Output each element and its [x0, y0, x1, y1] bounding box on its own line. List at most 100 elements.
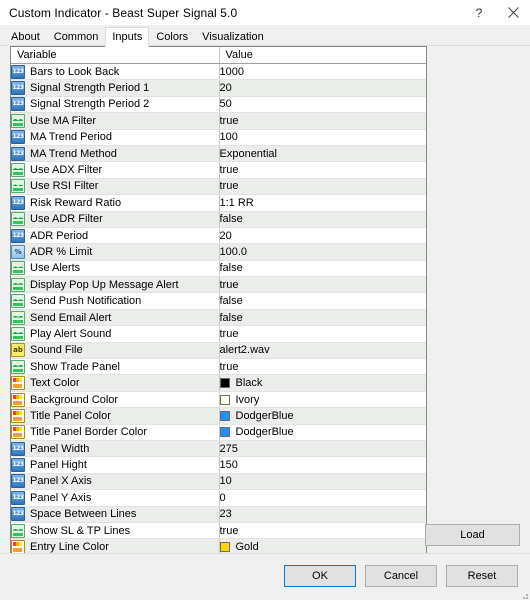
table-row[interactable]: 123 Panel Y Axis 0 [11, 489, 426, 507]
value-cell[interactable]: false [218, 260, 426, 278]
table-row[interactable]: Show Trade Panel true [11, 358, 426, 376]
tab-visualization[interactable]: Visualization [195, 28, 271, 46]
value-cell[interactable]: false [218, 292, 426, 310]
load-button[interactable]: Load [425, 524, 520, 546]
table-row[interactable]: Play Alert Sound true [11, 325, 426, 343]
reset-button[interactable]: Reset [446, 565, 518, 587]
variable-cell: 123 Signal Strength Period 1 [11, 79, 219, 97]
value-cell[interactable]: false [218, 309, 426, 327]
integer-type-icon: 123 [11, 228, 25, 243]
variable-label: Title Panel Border Color [30, 426, 147, 439]
value-cell[interactable]: Exponential [218, 145, 426, 163]
title-bar: Custom Indicator - Beast Super Signal 5.… [0, 0, 530, 25]
value-text: 23 [219, 508, 232, 521]
value-text: 0 [219, 491, 226, 504]
table-row[interactable]: Title Panel Color DodgerBlue [11, 407, 426, 425]
variable-cell: Show Trade Panel [11, 358, 219, 376]
color-swatch [220, 410, 230, 421]
color-swatch [220, 542, 230, 553]
cancel-button[interactable]: Cancel [365, 565, 437, 587]
value-cell[interactable]: true [218, 358, 426, 376]
table-row[interactable]: 123 Space Between Lines 23 [11, 506, 426, 523]
table-row[interactable]: Text Color Black [11, 374, 426, 392]
table-row[interactable]: 123 Risk Reward Ratio 1:1 RR [11, 194, 426, 212]
value-cell[interactable]: true [218, 112, 426, 130]
value-cell[interactable]: true [218, 276, 426, 294]
value-cell[interactable]: true [218, 522, 426, 540]
value-cell[interactable]: DodgerBlue [218, 407, 426, 425]
variable-label: Panel Hight [30, 459, 87, 472]
value-cell[interactable]: true [218, 325, 426, 343]
variable-label: Background Color [30, 393, 119, 406]
variable-cell: 123 Signal Strength Period 2 [11, 96, 219, 114]
value-cell[interactable]: 1:1 RR [218, 194, 426, 212]
integer-type-icon: 123 [11, 458, 25, 473]
color-type-icon [11, 540, 25, 555]
table-row[interactable]: ab Sound File alert2.wav [11, 342, 426, 360]
value-cell[interactable]: 100.0 [218, 243, 426, 261]
value-cell[interactable]: alert2.wav [218, 342, 426, 360]
value-cell[interactable]: 150 [218, 456, 426, 474]
close-icon[interactable] [496, 0, 530, 25]
table-row[interactable]: Display Pop Up Message Alert true [11, 276, 426, 294]
tab-common[interactable]: Common [47, 28, 106, 46]
tab-colors[interactable]: Colors [149, 28, 195, 46]
color-type-icon [11, 425, 25, 440]
value-cell[interactable]: 50 [218, 96, 426, 114]
table-row[interactable]: Use Alerts false [11, 260, 426, 278]
boolean-type-icon [11, 113, 25, 128]
variable-cell: Title Panel Color [11, 407, 219, 425]
value-cell[interactable]: 1000 [218, 63, 426, 81]
table-row[interactable]: % ADR % Limit 100.0 [11, 243, 426, 261]
value-cell[interactable]: true [218, 178, 426, 196]
variable-cell: ab Sound File [11, 342, 219, 360]
table-row[interactable]: 123 Panel X Axis 10 [11, 473, 426, 491]
value-text: false [219, 295, 243, 308]
value-cell[interactable]: 23 [218, 506, 426, 523]
value-cell[interactable]: false [218, 211, 426, 228]
value-cell[interactable]: 20 [218, 79, 426, 97]
table-row[interactable]: 123 Signal Strength Period 2 50 [11, 96, 426, 114]
value-cell[interactable]: true [218, 161, 426, 179]
table-row[interactable]: Send Push Notification false [11, 292, 426, 310]
table-row[interactable]: 123 Panel Width 275 [11, 440, 426, 458]
value-cell[interactable]: 0 [218, 489, 426, 507]
table-row[interactable]: Use MA Filter true [11, 112, 426, 130]
variable-cell: Send Email Alert [11, 309, 219, 327]
column-header-value[interactable]: Value [218, 47, 426, 64]
variable-cell: Use ADX Filter [11, 161, 219, 179]
table-row[interactable]: Send Email Alert false [11, 309, 426, 327]
table-row[interactable]: Show SL & TP Lines true [11, 522, 426, 540]
table-row[interactable]: 123 ADR Period 20 [11, 227, 426, 245]
help-icon[interactable]: ? [462, 0, 496, 25]
color-swatch [220, 427, 230, 438]
dialog-footer: OK Cancel Reset [0, 553, 530, 600]
table-row[interactable]: 123 Signal Strength Period 1 20 [11, 79, 426, 97]
value-cell[interactable]: 275 [218, 440, 426, 458]
table-row[interactable]: Use RSI Filter true [11, 178, 426, 196]
value-cell[interactable]: DodgerBlue [218, 424, 426, 441]
table-row[interactable]: Use ADR Filter false [11, 211, 426, 228]
resize-grip-icon[interactable] [518, 589, 528, 599]
table-row[interactable]: 123 MA Trend Method Exponential [11, 145, 426, 163]
value-cell[interactable]: 20 [218, 227, 426, 245]
table-row[interactable]: 123 Bars to Look Back 1000 [11, 63, 426, 81]
ok-button[interactable]: OK [284, 565, 356, 587]
table-row[interactable]: Background Color Ivory [11, 391, 426, 409]
value-cell[interactable]: Ivory [218, 391, 426, 409]
value-text: 20 [219, 229, 232, 242]
integer-type-icon: 123 [11, 81, 25, 96]
value-cell[interactable]: 10 [218, 473, 426, 491]
inputs-table-container[interactable]: Variable Value 123 Bars to Look Back 1000 1… [10, 46, 427, 569]
value-cell[interactable]: Black [218, 374, 426, 392]
table-row[interactable]: Use ADX Filter true [11, 161, 426, 179]
table-row[interactable]: 123 Panel Hight 150 [11, 456, 426, 474]
table-row[interactable]: 123 MA Trend Period 100 [11, 129, 426, 146]
column-header-variable[interactable]: Variable [11, 47, 219, 64]
variable-label: Use Alerts [30, 262, 81, 275]
table-row[interactable]: Title Panel Border Color DodgerBlue [11, 424, 426, 441]
tab-inputs[interactable]: Inputs [105, 27, 150, 47]
tab-about[interactable]: About [4, 28, 47, 46]
value-text: Black [235, 377, 263, 390]
value-cell[interactable]: 100 [218, 129, 426, 146]
